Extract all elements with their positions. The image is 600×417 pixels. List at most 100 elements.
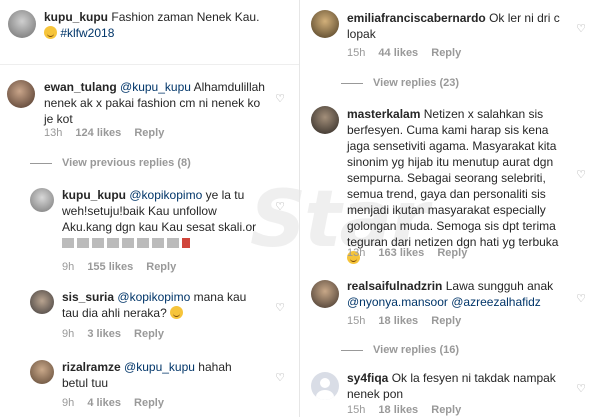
comment-text: je kot: [44, 112, 73, 126]
left-comments-panel: kupu_kupu Fashion zaman Nenek Kau. #klfw…: [0, 0, 300, 417]
comment-text: menjadi ikutan masyarakat especially: [347, 203, 546, 217]
like-count[interactable]: 3 likes: [87, 328, 121, 340]
heart-icon[interactable]: ♡: [275, 200, 285, 213]
comment-item: emiliafranciscabernardo Ok ler ni dri c …: [301, 0, 600, 62]
right-comments-panel: emiliafranciscabernardo Ok ler ni dri c …: [301, 0, 600, 417]
like-count[interactable]: 4 likes: [87, 397, 121, 409]
view-replies-label[interactable]: View previous replies (8): [62, 157, 191, 169]
reply-button[interactable]: Reply: [431, 315, 461, 327]
timestamp: 15h: [347, 315, 366, 327]
heart-icon[interactable]: ♡: [576, 382, 586, 395]
hashtag-link[interactable]: #klfw2018: [60, 26, 114, 40]
heart-icon[interactable]: ♡: [576, 292, 586, 305]
avatar[interactable]: [30, 188, 54, 212]
comment-item: kupu_kupu @kopikopimo ye la tu weh!setuj…: [0, 178, 299, 278]
reply-button[interactable]: Reply: [134, 328, 164, 340]
avatar[interactable]: [311, 10, 339, 38]
comment-text: Ok ler ni dri c: [489, 11, 560, 25]
avatar[interactable]: [311, 280, 339, 308]
like-count[interactable]: 163 likes: [378, 247, 424, 259]
comment-text: Alhamdulillah: [193, 80, 265, 94]
comment-text: hahah: [198, 360, 232, 374]
avatar[interactable]: [30, 290, 54, 314]
caption-text: Fashion zaman Nenek Kau.: [111, 10, 260, 24]
divider: [30, 162, 52, 164]
mention-link[interactable]: @kopikopimo: [117, 290, 190, 304]
heart-icon[interactable]: ♡: [576, 168, 586, 181]
timestamp: 9h: [62, 328, 75, 340]
view-replies-label[interactable]: View replies (23): [373, 77, 459, 89]
comment-text: nenek pon: [347, 387, 404, 401]
like-count[interactable]: 18 likes: [378, 404, 418, 416]
comment-text: berfesyen. Cuma kami harap sis kena: [347, 123, 549, 137]
timestamp: 15h: [347, 47, 366, 59]
view-replies-button[interactable]: View replies (23): [341, 77, 459, 89]
comment-text: Aku.kang dgn kau Kau sesat skali.or: [62, 220, 257, 234]
comment-text: mana kau: [193, 290, 247, 304]
username[interactable]: ewan_tulang: [44, 80, 117, 94]
comment-text: nenek ak x pakai fashion cm ni nenek ko: [44, 96, 261, 110]
view-replies-label[interactable]: View replies (16): [373, 344, 459, 356]
comment-text: tau dia ahli neraka?: [62, 306, 167, 320]
comment-text: sinonim yg hijab itu menutup aurat dgn: [347, 155, 554, 169]
divider: [341, 82, 363, 84]
timestamp: 9h: [62, 397, 75, 409]
comment-item: realsaifulnadzrin Lawa sungguh anak @nyo…: [301, 272, 600, 334]
username[interactable]: realsaifulnadzrin: [347, 279, 442, 293]
heart-icon[interactable]: ♡: [275, 92, 285, 105]
default-avatar-icon: [316, 378, 334, 400]
mention-link[interactable]: @kupu_kupu: [120, 80, 191, 94]
username[interactable]: rizalramze: [62, 360, 121, 374]
mention-link[interactable]: @nyonya.mansoor: [347, 295, 448, 309]
post-caption: kupu_kupu Fashion zaman Nenek Kau. #klfw…: [0, 0, 299, 62]
heart-icon[interactable]: ♡: [275, 301, 285, 314]
avatar[interactable]: [311, 372, 339, 400]
avatar[interactable]: [8, 10, 36, 38]
comment-item: sis_suria @kopikopimo mana kau tau dia a…: [0, 285, 299, 347]
comment-item: ewan_tulang @kupu_kupu Alhamdulillah nen…: [0, 70, 299, 145]
comment-item: masterkalam Netizen x salahkan sis berfe…: [301, 98, 600, 268]
laugh-emoji-icon: [170, 306, 184, 319]
username[interactable]: kupu_kupu: [62, 188, 126, 202]
reply-button[interactable]: Reply: [437, 247, 467, 259]
username[interactable]: sy4fiqa: [347, 371, 388, 385]
like-count[interactable]: 18 likes: [378, 315, 418, 327]
view-previous-replies-button[interactable]: View previous replies (8): [30, 157, 191, 169]
avatar[interactable]: [30, 360, 54, 384]
reply-button[interactable]: Reply: [134, 397, 164, 409]
timestamp: 9h: [62, 261, 75, 273]
divider: [0, 64, 299, 65]
mention-link[interactable]: @kopikopimo: [129, 188, 202, 202]
avatar[interactable]: [311, 106, 339, 134]
mention-link[interactable]: @azreezalhafidz: [451, 295, 541, 309]
username[interactable]: kupu_kupu: [44, 10, 108, 24]
comment-text: Lawa sungguh anak: [445, 279, 554, 293]
comment-text: ye la tu: [205, 188, 245, 202]
heart-icon[interactable]: ♡: [576, 22, 586, 35]
like-count[interactable]: 44 likes: [378, 47, 418, 59]
reply-button[interactable]: Reply: [431, 404, 461, 416]
comment-item: sy4fiqa Ok la fesyen ni takdak nampak ne…: [301, 364, 600, 417]
comment-text: semua trend, gaya dan personaliti sis: [347, 187, 546, 201]
comment-text: weh!setuju!baik Kau unfollow: [62, 204, 217, 218]
comment-text: lopak: [347, 27, 376, 41]
timestamp: 13h: [347, 247, 366, 259]
comment-text: jaga sensetiviti agama. Masyarakat kita: [347, 139, 557, 153]
censored-text: [62, 236, 193, 250]
username[interactable]: emiliafranciscabernardo: [347, 11, 486, 25]
comment-item: rizalramze @kupu_kupu hahah betul tuu ♡ …: [0, 355, 299, 417]
heart-icon[interactable]: ♡: [275, 371, 285, 384]
username[interactable]: sis_suria: [62, 290, 114, 304]
avatar[interactable]: [7, 80, 35, 108]
comment-text: golongan muda. Semoga sis dpt terima: [347, 219, 556, 233]
reply-button[interactable]: Reply: [431, 47, 461, 59]
like-count[interactable]: 124 likes: [75, 127, 121, 139]
comment-text: betul tuu: [62, 376, 109, 390]
reply-button[interactable]: Reply: [134, 127, 164, 139]
username[interactable]: masterkalam: [347, 107, 420, 121]
view-replies-button[interactable]: View replies (16): [341, 344, 459, 356]
comment-text: Netizen x salahkan sis: [423, 107, 544, 121]
mention-link[interactable]: @kupu_kupu: [124, 360, 195, 374]
reply-button[interactable]: Reply: [146, 261, 176, 273]
like-count[interactable]: 155 likes: [87, 261, 133, 273]
